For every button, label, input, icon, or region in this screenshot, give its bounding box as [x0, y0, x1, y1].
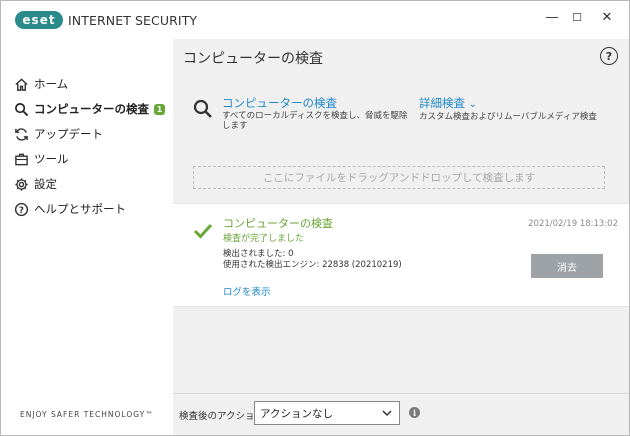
- result-title: コンピューターの検査: [223, 217, 333, 230]
- advanced-scan-link[interactable]: 詳細検査 ⌄: [419, 97, 597, 111]
- sidebar-item-update[interactable]: アップデート: [13, 124, 103, 144]
- sidebar-item-help[interactable]: ? ヘルプとサポート: [13, 199, 126, 219]
- update-icon: [13, 126, 29, 142]
- sidebar-item-label: アップデート: [34, 127, 103, 141]
- help-button[interactable]: ?: [600, 47, 618, 65]
- computer-scan-link[interactable]: コンピューターの検査: [222, 97, 407, 110]
- result-timestamp: 2021/02/19 18:13:02: [528, 219, 618, 229]
- advanced-scan-desc: カスタム検査およびリムーバブルメディア検査: [419, 112, 597, 122]
- advanced-scan-label: 詳細検査: [419, 96, 465, 110]
- engine-version: 使用された検出エンジン: 22838 (20210219): [223, 260, 402, 270]
- logo-badge: eset: [15, 11, 63, 29]
- chevron-down-icon: ⌄: [468, 99, 478, 110]
- after-scan-value: アクションなし: [260, 407, 333, 420]
- notification-badge: 1: [154, 103, 165, 115]
- advanced-scan-option[interactable]: 詳細検査 ⌄ カスタム検査およびリムーバブルメディア検査: [419, 97, 597, 123]
- drag-drop-zone[interactable]: ここにファイルをドラッグアンドドロップして検査します: [193, 166, 605, 189]
- computer-scan-option[interactable]: コンピューターの検査 すべてのローカルディスクを検査し、脅威を駆除 します: [193, 97, 407, 131]
- result-status: 検査が完了しました: [223, 234, 305, 244]
- main-panel: コンピューターの検査 ? コンピューターの検査 すべてのローカルディスクを検査し…: [173, 39, 629, 435]
- sidebar-item-settings[interactable]: 設定: [13, 174, 57, 194]
- after-scan-label: 検査後のアクション: [179, 411, 265, 422]
- bottom-bar: 検査後のアクション アクションなし i: [173, 393, 629, 435]
- page-title: コンピューターの検査: [183, 51, 323, 67]
- help-circle-icon: ?: [13, 201, 29, 217]
- search-icon: [193, 99, 213, 131]
- home-icon: [13, 76, 29, 92]
- sidebar-item-label: コンピューターの検査: [34, 102, 149, 116]
- close-button[interactable]: ✕: [597, 9, 617, 27]
- sidebar-item-label: ホーム: [34, 77, 69, 91]
- product-name: INTERNET SECURITY: [68, 12, 198, 28]
- tagline: ENJOY SAFER TECHNOLOGY™: [20, 410, 154, 419]
- svg-text:?: ?: [19, 204, 24, 214]
- sidebar-item-home[interactable]: ホーム: [13, 74, 68, 94]
- sidebar-item-tools[interactable]: ツール: [13, 149, 69, 169]
- computer-scan-desc-2: します: [222, 121, 248, 131]
- scan-result-card: コンピューターの検査 検査が完了しました 2021/02/19 18:13:02…: [173, 203, 629, 307]
- sidebar-item-computer-scan[interactable]: コンピューターの検査 1: [13, 99, 165, 119]
- eset-logo: eset INTERNET SECURITY: [15, 11, 197, 29]
- info-icon[interactable]: i: [409, 407, 420, 418]
- gear-icon: [13, 176, 29, 192]
- checkmark-icon: [193, 223, 213, 242]
- minimize-button[interactable]: —: [542, 9, 562, 27]
- chevron-down-icon: [381, 407, 393, 422]
- clear-button[interactable]: 消去: [531, 254, 603, 278]
- after-scan-select[interactable]: アクションなし: [254, 401, 400, 425]
- sidebar-item-label: ツール: [34, 152, 69, 166]
- toolbox-icon: [13, 151, 29, 167]
- computer-scan-desc-1: すべてのローカルディスクを検査し、脅威を駆除: [222, 111, 408, 121]
- app-window: eset INTERNET SECURITY — ☐ ✕ ホーム コンピューター…: [0, 0, 630, 436]
- title-bar: eset INTERNET SECURITY — ☐ ✕: [1, 1, 629, 39]
- sidebar: ホーム コンピューターの検査 1 アップデート ツール 設定 ? ヘルプとサポー…: [1, 39, 173, 435]
- maximize-button[interactable]: ☐: [567, 9, 587, 27]
- sidebar-item-label: 設定: [34, 177, 57, 191]
- search-icon: [13, 101, 29, 117]
- show-log-link[interactable]: ログを表示: [223, 284, 271, 298]
- sidebar-item-label: ヘルプとサポート: [34, 202, 126, 216]
